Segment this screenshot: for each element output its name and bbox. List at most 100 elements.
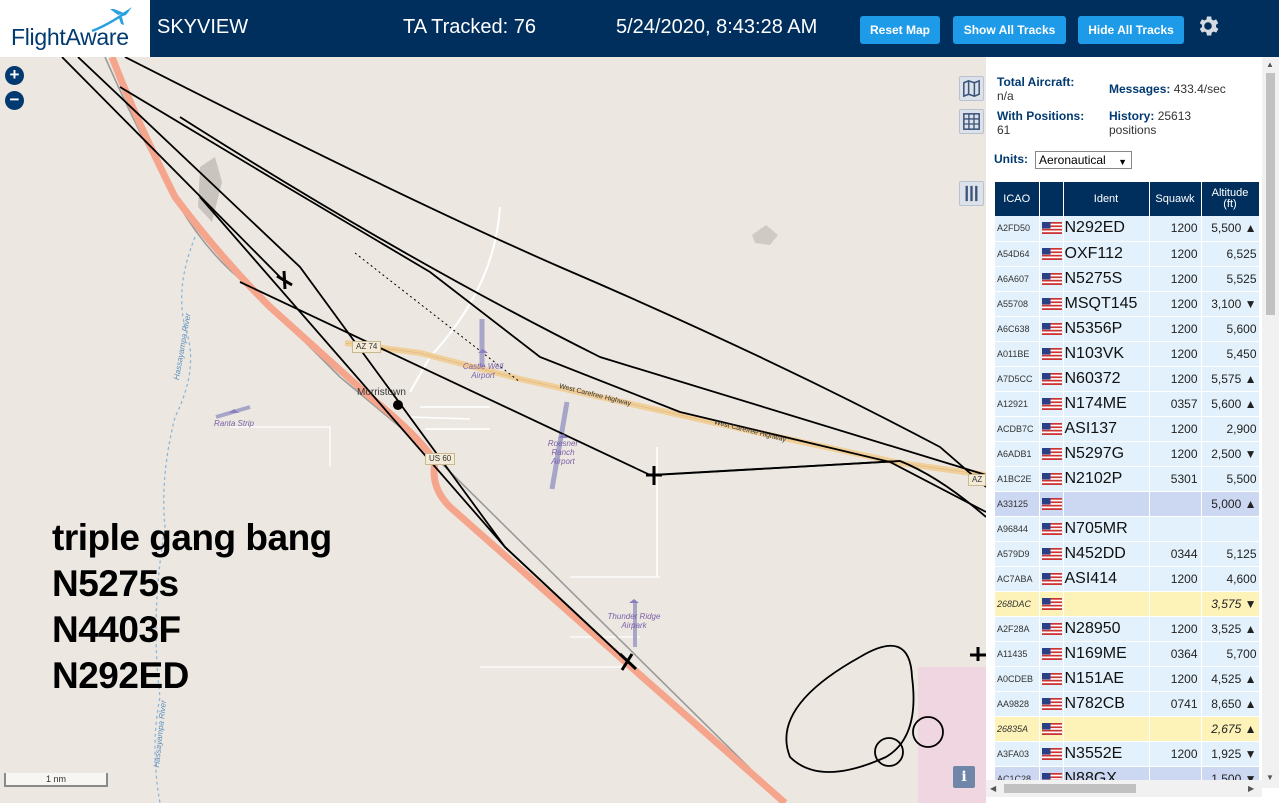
- with-positions-stat: With Positions: 61: [997, 109, 1084, 137]
- table-row[interactable]: A7D5CC N60372 1200 5,575 ▲: [995, 366, 1260, 392]
- scrollbar-thumb[interactable]: [1004, 784, 1136, 793]
- table-row[interactable]: A6C638 N5356P 1200 5,600: [995, 316, 1260, 342]
- table-row[interactable]: ACDB7C ASI137 1200 2,900: [995, 416, 1260, 442]
- cell-icao: A2F28A: [995, 616, 1040, 642]
- cell-icao: A33125: [995, 491, 1040, 517]
- cell-flag: [1039, 516, 1064, 542]
- cell-squawk: 1200: [1149, 616, 1202, 642]
- toggle-sidebar-button[interactable]: [959, 181, 984, 206]
- us-flag-icon: [1041, 472, 1062, 485]
- terrain-feature: [752, 225, 778, 245]
- column-header-ident[interactable]: Ident: [1063, 182, 1150, 216]
- cell-flag: [1039, 566, 1064, 592]
- aircraft-icon[interactable]: [646, 466, 662, 485]
- annotation-line: triple gang bang: [52, 517, 332, 558]
- table-row[interactable]: A54D64 OXF112 1200 6,525: [995, 241, 1260, 267]
- aircraft-icon[interactable]: [970, 647, 986, 661]
- cell-squawk: 0741: [1149, 691, 1202, 717]
- cell-ident: N2102P: [1063, 466, 1150, 492]
- table-row[interactable]: A33125 5,000 ▲: [995, 491, 1260, 517]
- cell-icao: A011BE: [995, 341, 1040, 367]
- table-row[interactable]: AC7ABA ASI414 1200 4,600: [995, 566, 1260, 592]
- shield-us60: US 60: [425, 453, 456, 465]
- cell-squawk: [1149, 491, 1202, 517]
- zoom-out-button[interactable]: −: [5, 91, 24, 110]
- map-grid-button[interactable]: [959, 109, 984, 134]
- sidebar-vertical-scrollbar[interactable]: ▲ ▼: [1262, 57, 1279, 788]
- place-thunder-ridge-airpark: Thunder Ridge Airpark: [607, 612, 661, 630]
- table-row[interactable]: A6ADB1 N5297G 1200 2,500 ▼: [995, 441, 1260, 467]
- table-row[interactable]: A3FA03 N3552E 1200 1,925 ▼: [995, 741, 1260, 767]
- grid-icon: [963, 113, 980, 130]
- us-flag-icon: [1041, 497, 1062, 510]
- table-row[interactable]: A11435 N169ME 0364 5,700: [995, 641, 1260, 667]
- reset-map-button[interactable]: Reset Map: [860, 16, 940, 44]
- cell-ident: N452DD: [1063, 541, 1150, 567]
- cell-flag: [1039, 491, 1064, 517]
- column-header-flag[interactable]: [1039, 182, 1064, 216]
- map-layers-button[interactable]: [959, 76, 984, 101]
- cell-altitude: 5,700: [1201, 641, 1260, 667]
- cell-ident: N705MR: [1063, 516, 1150, 542]
- history-label: History:: [1109, 109, 1155, 123]
- cell-altitude: 2,900: [1201, 416, 1260, 442]
- annotation-line: N4403F: [52, 609, 181, 650]
- cell-flag: [1039, 291, 1064, 317]
- zoom-in-button[interactable]: +: [5, 66, 24, 85]
- annotation-line: N5275s: [52, 563, 179, 604]
- table-row[interactable]: A2FD50 N292ED 1200 5,500 ▲: [995, 216, 1260, 242]
- scroll-up-icon[interactable]: ▲: [1266, 60, 1274, 69]
- table-row[interactable]: A96844 N705MR: [995, 516, 1260, 542]
- road: [409, 406, 490, 430]
- urban-area: [918, 667, 986, 803]
- table-row[interactable]: A011BE N103VK 1200 5,450: [995, 341, 1260, 367]
- with-positions-label: With Positions:: [997, 109, 1085, 123]
- messages-label: Messages:: [1109, 82, 1171, 96]
- aircraft-table: ICAO Ident Squawk Altitude (ft) A2FD50 N29…: [995, 182, 1260, 792]
- cell-flag: [1039, 541, 1064, 567]
- table-row[interactable]: A6A607 N5275S 1200 5,525: [995, 266, 1260, 292]
- table-row[interactable]: A2F28A N28950 1200 3,525 ▲: [995, 616, 1260, 642]
- cell-altitude: 5,125: [1201, 541, 1260, 567]
- table-row[interactable]: A1BC2E N2102P 5301 5,500: [995, 466, 1260, 492]
- cell-altitude: 3,575 ▼: [1201, 591, 1260, 617]
- scroll-right-icon[interactable]: ▶: [1248, 784, 1254, 793]
- cell-altitude: 2,675 ▲: [1201, 716, 1260, 742]
- info-button[interactable]: i: [953, 766, 975, 788]
- cell-flag: [1039, 741, 1064, 767]
- cell-icao: A55708: [995, 291, 1040, 317]
- cell-ident: N292ED: [1063, 216, 1150, 242]
- units-select[interactable]: Aeronautical ▼: [1035, 151, 1132, 169]
- us-flag-icon: [1041, 222, 1062, 235]
- map-view[interactable]: + − Morristown Castle Well Airport Ranta…: [0, 57, 986, 803]
- table-row[interactable]: AA9828 N782CB 0741 8,650 ▲: [995, 691, 1260, 717]
- cell-flag: [1039, 666, 1064, 692]
- table-row[interactable]: A579D9 N452DD 0344 5,125: [995, 541, 1260, 567]
- scroll-left-icon[interactable]: ◀: [990, 784, 996, 793]
- table-row[interactable]: A0CDEB N151AE 1200 4,525 ▲: [995, 666, 1260, 692]
- us-flag-icon: [1041, 322, 1062, 335]
- cell-altitude: 3,525 ▲: [1201, 616, 1260, 642]
- hide-all-tracks-button[interactable]: Hide All Tracks: [1078, 16, 1184, 44]
- column-header-altitude[interactable]: Altitude (ft): [1201, 182, 1260, 216]
- scrollbar-thumb[interactable]: [1266, 73, 1275, 315]
- column-header-squawk[interactable]: Squawk: [1149, 182, 1202, 216]
- total-aircraft-value: n/a: [997, 89, 1014, 103]
- table-row[interactable]: 26835A 2,675 ▲: [995, 716, 1260, 742]
- scroll-down-icon[interactable]: ▼: [1266, 773, 1274, 782]
- table-row[interactable]: A12921 N174ME 0357 5,600 ▲: [995, 391, 1260, 417]
- map-scale-bar: 1 nm: [4, 773, 108, 787]
- cell-flag: [1039, 366, 1064, 392]
- gear-icon[interactable]: [1195, 13, 1221, 39]
- cell-altitude: 5,600: [1201, 316, 1260, 342]
- flightaware-logo[interactable]: FlightAware: [0, 0, 150, 57]
- sidebar-horizontal-scrollbar[interactable]: ◀ ▶: [986, 780, 1262, 797]
- cell-flag: [1039, 591, 1064, 617]
- table-row[interactable]: 268DAC 3,575 ▼: [995, 591, 1260, 617]
- column-header-icao[interactable]: ICAO: [995, 182, 1040, 216]
- cell-ident: N103VK: [1063, 341, 1150, 367]
- show-all-tracks-button[interactable]: Show All Tracks: [953, 16, 1066, 44]
- aircraft-icon[interactable]: [276, 270, 293, 290]
- us-flag-icon: [1041, 447, 1062, 460]
- table-row[interactable]: A55708 MSQT145 1200 3,100 ▼: [995, 291, 1260, 317]
